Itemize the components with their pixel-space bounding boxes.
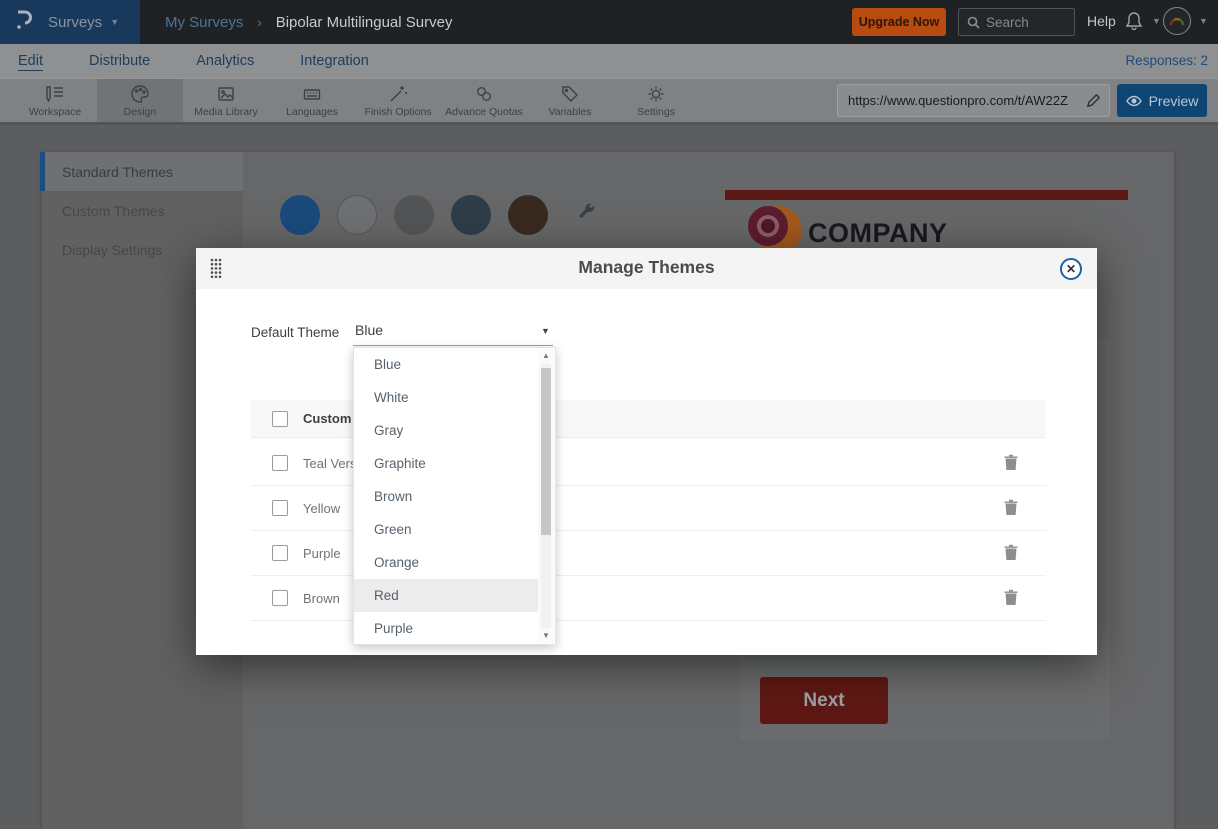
- tag-icon: [560, 84, 580, 104]
- bell-icon: [1124, 10, 1144, 32]
- row-checkbox[interactable]: [272, 545, 288, 561]
- swatch-white[interactable]: [337, 195, 377, 235]
- toolbar-settings[interactable]: Settings: [613, 79, 699, 122]
- dropdown-option[interactable]: Blue: [354, 348, 539, 381]
- default-theme-select[interactable]: Blue: [355, 322, 552, 346]
- selected-theme-value: Blue: [355, 322, 383, 338]
- trash-icon[interactable]: [1001, 544, 1021, 564]
- row-checkbox[interactable]: [272, 500, 288, 516]
- tab-integration[interactable]: Integration: [300, 53, 369, 69]
- toolbar-finish-options[interactable]: Finish Options: [355, 79, 441, 122]
- product-switcher[interactable]: Surveys ▼: [0, 0, 140, 44]
- search-icon: [967, 16, 980, 29]
- modal-title: Manage Themes: [196, 257, 1097, 278]
- breadcrumb-survey-title: Bipolar Multilingual Survey: [276, 14, 453, 31]
- toolbar-languages[interactable]: Languages: [269, 79, 355, 122]
- product-label: Surveys: [48, 14, 102, 31]
- search-input[interactable]: [986, 15, 1066, 30]
- survey-tab-bar: Edit Distribute Analytics Integration Re…: [0, 44, 1218, 78]
- questionpro-logo-icon: [14, 9, 34, 36]
- breadcrumb-separator: ›: [257, 15, 261, 30]
- global-search[interactable]: [958, 8, 1075, 36]
- tab-distribute[interactable]: Distribute: [89, 53, 150, 69]
- dropdown-option[interactable]: Brown: [354, 480, 539, 513]
- chevron-down-icon: ▼: [1152, 16, 1161, 26]
- pencil-list-icon: [45, 84, 65, 104]
- scroll-up-icon[interactable]: ▲: [538, 349, 554, 363]
- select-underline: [353, 345, 553, 346]
- survey-url-field: [837, 84, 1110, 117]
- chevron-down-icon[interactable]: ▼: [541, 326, 550, 336]
- notifications-button[interactable]: ▼: [1124, 10, 1161, 32]
- responses-count[interactable]: Responses: 2: [1125, 53, 1208, 68]
- close-icon[interactable]: ✕: [1060, 258, 1082, 280]
- toolbar-media-library[interactable]: Media Library: [183, 79, 269, 122]
- account-menu[interactable]: ▼: [1163, 7, 1208, 35]
- tab-analytics[interactable]: Analytics: [196, 53, 254, 69]
- toolbar-workspace[interactable]: Workspace: [12, 79, 98, 122]
- edit-toolbar: Workspace Design Media Library Languages…: [0, 78, 1218, 122]
- swatch-gray[interactable]: [394, 195, 434, 235]
- dropdown-option[interactable]: Orange: [354, 546, 539, 579]
- trash-icon[interactable]: [1001, 499, 1021, 519]
- dropdown-option[interactable]: Graphite: [354, 447, 539, 480]
- eye-icon: [1126, 95, 1142, 107]
- manage-themes-modal: Manage Themes ✕ Default Theme Blue ▼ Cus…: [196, 248, 1097, 655]
- theme-name: Brown: [303, 591, 340, 606]
- image-icon: [216, 84, 236, 104]
- wrench-icon[interactable]: [577, 203, 596, 227]
- toolbar-divider: [0, 122, 1218, 125]
- links-icon: [474, 84, 494, 104]
- trash-icon[interactable]: [1001, 454, 1021, 474]
- scrollbar-thumb[interactable]: [541, 368, 551, 535]
- chevron-down-icon: ▼: [110, 17, 119, 27]
- select-all-checkbox[interactable]: [272, 411, 288, 427]
- company-label: COMPANY: [808, 218, 948, 249]
- company-logo: [748, 206, 796, 254]
- dropdown-option[interactable]: Red: [354, 579, 539, 612]
- next-button[interactable]: Next: [760, 677, 888, 724]
- trash-icon[interactable]: [1001, 589, 1021, 609]
- swatch-brown[interactable]: [508, 195, 548, 235]
- preview-accent-bar: [725, 190, 1128, 200]
- dropdown-option[interactable]: Gray: [354, 414, 539, 447]
- preview-button[interactable]: Preview: [1117, 84, 1207, 117]
- theme-dropdown: BlueWhiteGrayGraphiteBrownGreenOrangeRed…: [353, 347, 556, 645]
- help-link[interactable]: Help: [1087, 13, 1116, 29]
- wand-icon: [388, 84, 408, 104]
- keyboard-icon: [302, 84, 322, 104]
- row-checkbox[interactable]: [272, 590, 288, 606]
- toolbar-variables[interactable]: Variables: [527, 79, 613, 122]
- toolbar-design[interactable]: Design: [97, 79, 183, 122]
- dropdown-option[interactable]: White: [354, 381, 539, 414]
- theme-name: Yellow: [303, 501, 340, 516]
- tab-edit[interactable]: Edit: [18, 53, 43, 69]
- dropdown-option[interactable]: Green: [354, 513, 539, 546]
- sidebar-item-standard-themes[interactable]: Standard Themes: [42, 152, 243, 191]
- chevron-down-icon: ▼: [1199, 16, 1208, 26]
- theme-swatch-row: [280, 195, 596, 235]
- scroll-down-icon[interactable]: ▼: [538, 629, 554, 643]
- avatar: [1163, 7, 1191, 35]
- edit-url-pencil-icon[interactable]: [1086, 93, 1101, 113]
- palette-icon: [130, 84, 150, 104]
- sidebar-item-custom-themes[interactable]: Custom Themes: [42, 191, 243, 230]
- upgrade-now-button[interactable]: Upgrade Now: [852, 8, 946, 36]
- top-header: Surveys ▼ My Surveys › Bipolar Multiling…: [0, 0, 1218, 44]
- breadcrumb-my-surveys[interactable]: My Surveys: [165, 14, 243, 31]
- survey-url-input[interactable]: [838, 85, 1068, 116]
- gear-icon: [646, 84, 666, 104]
- swatch-blue[interactable]: [280, 195, 320, 235]
- swatch-slate[interactable]: [451, 195, 491, 235]
- breadcrumb: My Surveys › Bipolar Multilingual Survey: [165, 0, 452, 44]
- default-theme-label: Default Theme: [251, 325, 339, 340]
- theme-name: Purple: [303, 546, 341, 561]
- dropdown-option[interactable]: Purple: [354, 612, 539, 645]
- row-checkbox[interactable]: [272, 455, 288, 471]
- modal-header: Manage Themes: [196, 248, 1097, 289]
- toolbar-advance-quotas[interactable]: Advance Quotas: [441, 79, 527, 122]
- dropdown-scrollbar[interactable]: ▲ ▼: [538, 349, 554, 643]
